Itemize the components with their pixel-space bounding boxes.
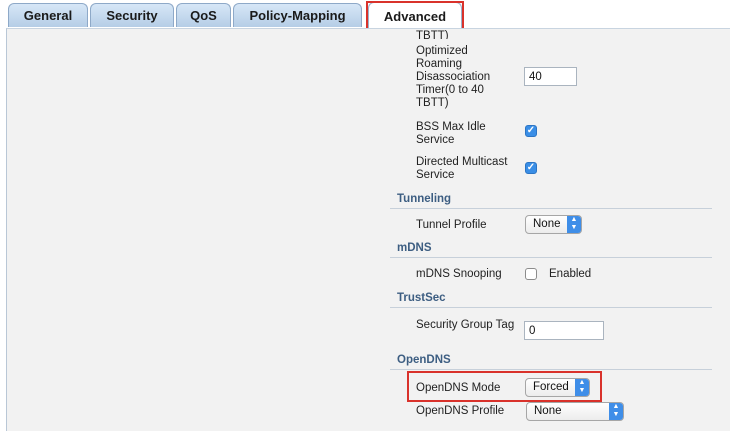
- directed-multicast-label: Directed Multicast Service: [416, 156, 508, 181]
- tunnel-profile-select[interactable]: None ▲ ▼: [525, 215, 582, 234]
- mdns-snooping-checkbox[interactable]: [525, 268, 537, 280]
- advanced-panel: [6, 28, 730, 431]
- opendns-profile-select[interactable]: None ▲ ▼: [526, 402, 624, 421]
- bss-max-idle-label: BSS Max Idle Service: [416, 121, 486, 146]
- tab-policy-mapping[interactable]: Policy-Mapping: [233, 3, 362, 27]
- disassoc-timer-label: Optimized Roaming Disassociation Timer(0…: [416, 45, 491, 109]
- tab-general[interactable]: General: [8, 3, 88, 27]
- mdns-snooping-label: mDNS Snooping: [416, 268, 502, 280]
- tab-qos[interactable]: QoS: [176, 3, 231, 27]
- disassoc-timer-input[interactable]: [524, 67, 577, 86]
- tab-security[interactable]: Security: [90, 3, 174, 27]
- tunnel-profile-label: Tunnel Profile: [416, 219, 487, 231]
- opendns-heading: OpenDNS: [397, 354, 451, 366]
- tunneling-heading: Tunneling: [397, 193, 452, 205]
- section-divider: [390, 369, 712, 370]
- trustsec-heading: TrustSec: [397, 292, 446, 304]
- section-divider: [390, 208, 712, 209]
- bss-max-idle-checkbox[interactable]: ✓: [525, 125, 537, 137]
- opendns-mode-select[interactable]: Forced ▲ ▼: [525, 378, 590, 397]
- cut-off-label: TBTT): [416, 30, 449, 39]
- tab-bar: General Security QoS Policy-Mapping Adva…: [0, 0, 730, 30]
- security-group-tag-input[interactable]: [524, 321, 604, 340]
- section-divider: [390, 307, 712, 308]
- opendns-mode-value: Forced: [533, 381, 569, 393]
- tab-advanced[interactable]: Advanced: [368, 2, 462, 29]
- section-divider: [390, 257, 712, 258]
- directed-multicast-checkbox[interactable]: ✓: [525, 162, 537, 174]
- mdns-enabled-label: Enabled: [549, 268, 592, 280]
- tunnel-profile-value: None: [533, 218, 561, 230]
- select-arrows-icon: ▲ ▼: [567, 216, 581, 233]
- security-group-tag-label: Security Group Tag: [416, 319, 515, 331]
- select-arrows-icon: ▲ ▼: [609, 403, 623, 420]
- opendns-profile-label: OpenDNS Profile: [416, 405, 505, 417]
- mdns-heading: mDNS: [397, 242, 432, 254]
- select-arrows-icon: ▲ ▼: [575, 379, 589, 396]
- opendns-mode-label: OpenDNS Mode: [416, 382, 501, 394]
- opendns-profile-value: None: [534, 405, 562, 417]
